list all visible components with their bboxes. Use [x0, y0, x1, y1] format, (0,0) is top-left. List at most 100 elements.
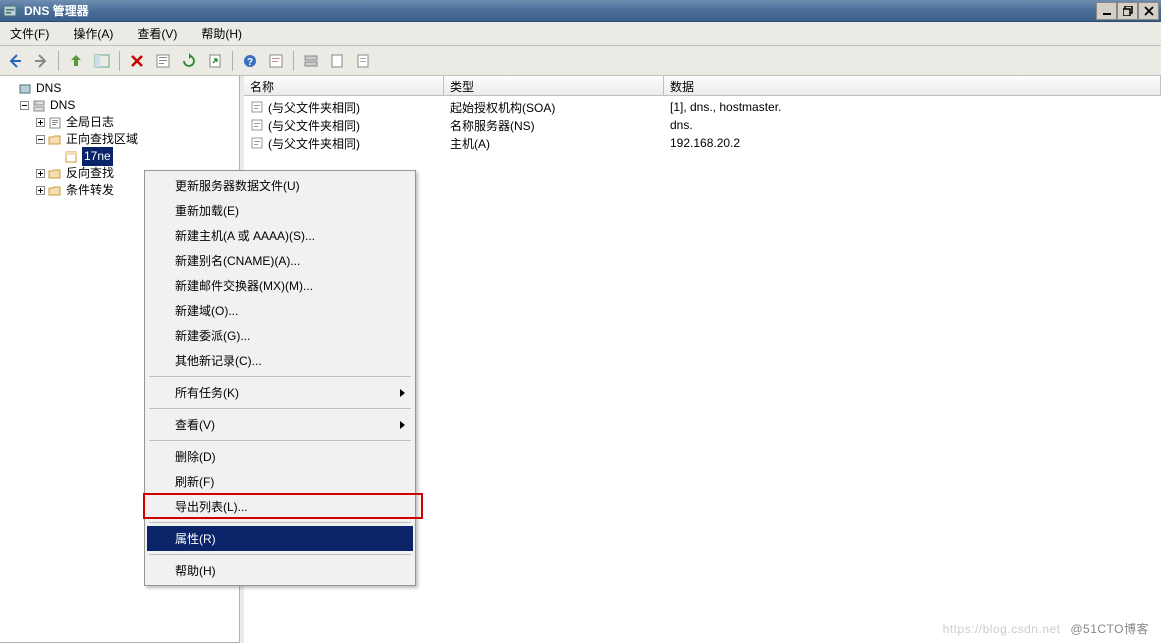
tree-label: 条件转发	[66, 182, 114, 199]
list-row[interactable]: (与父文件夹相同) 主机(A) 192.168.20.2	[244, 134, 1161, 152]
new-button[interactable]	[326, 50, 348, 72]
cm-other-new[interactable]: 其他新记录(C)...	[147, 348, 413, 373]
restore-button[interactable]	[1117, 2, 1138, 20]
blank-twist	[4, 83, 16, 95]
minus-icon[interactable]	[18, 100, 30, 112]
cm-delete[interactable]: 删除(D)	[147, 444, 413, 469]
folder-icon	[47, 166, 63, 182]
tree-label: DNS	[36, 80, 61, 97]
context-menu: 更新服务器数据文件(U) 重新加载(E) 新建主机(A 或 AAAA)(S)..…	[144, 170, 416, 586]
plus-icon[interactable]	[34, 185, 46, 197]
cell-type: 起始授权机构(SOA)	[450, 99, 555, 116]
server-button[interactable]	[300, 50, 322, 72]
cm-refresh[interactable]: 刷新(F)	[147, 469, 413, 494]
cm-view[interactable]: 查看(V)	[147, 412, 413, 437]
tree-server[interactable]: DNS	[4, 97, 239, 114]
svg-text:?: ?	[247, 57, 253, 68]
watermark-faint: https://blog.csdn.net	[943, 622, 1061, 636]
menu-file[interactable]: 文件(F)	[4, 23, 55, 44]
toolbar-sep	[119, 51, 120, 71]
cm-help[interactable]: 帮助(H)	[147, 558, 413, 583]
window-title: DNS 管理器	[24, 2, 89, 19]
delete-button[interactable]	[126, 50, 148, 72]
cm-separator	[149, 440, 411, 441]
cm-all-tasks[interactable]: 所有任务(K)	[147, 380, 413, 405]
list-header: 名称 类型 数据	[244, 76, 1161, 96]
chevron-right-icon	[400, 389, 405, 397]
record-button[interactable]	[352, 50, 374, 72]
up-button[interactable]	[65, 50, 87, 72]
minimize-button[interactable]	[1096, 2, 1117, 20]
record-icon	[250, 118, 264, 132]
back-button[interactable]	[4, 50, 26, 72]
toolbar-sep	[293, 51, 294, 71]
tree-root[interactable]: DNS	[4, 80, 239, 97]
list-row[interactable]: (与父文件夹相同) 名称服务器(NS) dns.	[244, 116, 1161, 134]
cm-separator	[149, 408, 411, 409]
toolbar-sep	[232, 51, 233, 71]
tree-fwd-zone[interactable]: 正向查找区域	[4, 131, 239, 148]
cm-separator	[149, 376, 411, 377]
cell-name: (与父文件夹相同)	[268, 117, 360, 134]
cell-name: (与父文件夹相同)	[268, 135, 360, 152]
cell-data: 192.168.20.2	[670, 136, 740, 150]
menu-help[interactable]: 帮助(H)	[195, 23, 248, 44]
tree-selected-zone[interactable]: 17ne	[4, 148, 239, 165]
cell-data: dns.	[670, 118, 693, 132]
record-icon	[250, 136, 264, 150]
cm-reload[interactable]: 重新加载(E)	[147, 198, 413, 223]
folder-icon	[47, 183, 63, 199]
show-hide-button[interactable]	[91, 50, 113, 72]
tree-label: 反向查找	[66, 165, 114, 182]
log-icon	[47, 115, 63, 131]
toolbar: ?	[0, 46, 1161, 76]
tree-global-log[interactable]: 全局日志	[4, 114, 239, 131]
forward-button[interactable]	[30, 50, 52, 72]
tree-label: 17ne	[82, 147, 113, 166]
folder-open-icon	[47, 132, 63, 148]
window-controls	[1096, 2, 1159, 20]
cm-view-label: 查看(V)	[175, 418, 215, 432]
cell-type: 名称服务器(NS)	[450, 117, 535, 134]
cm-separator	[149, 554, 411, 555]
cm-new-domain[interactable]: 新建域(O)...	[147, 298, 413, 323]
export-button[interactable]	[204, 50, 226, 72]
filter-button[interactable]	[265, 50, 287, 72]
col-data[interactable]: 数据	[664, 76, 1161, 95]
tree-label: 正向查找区域	[66, 131, 138, 148]
chevron-right-icon	[400, 421, 405, 429]
list-row[interactable]: (与父文件夹相同) 起始授权机构(SOA) [1], dns., hostmas…	[244, 98, 1161, 116]
cell-data: [1], dns., hostmaster.	[670, 100, 781, 114]
cm-new-host[interactable]: 新建主机(A 或 AAAA)(S)...	[147, 223, 413, 248]
cm-new-delegation[interactable]: 新建委派(G)...	[147, 323, 413, 348]
col-type[interactable]: 类型	[444, 76, 664, 95]
tree-label: DNS	[50, 97, 75, 114]
watermark-text: @51CTO博客	[1070, 622, 1149, 636]
dns-app-icon	[2, 3, 18, 19]
menu-action[interactable]: 操作(A)	[67, 23, 119, 44]
refresh-button[interactable]	[178, 50, 200, 72]
cm-all-tasks-label: 所有任务(K)	[175, 386, 239, 400]
blank-twist	[50, 151, 62, 163]
cm-export-list[interactable]: 导出列表(L)...	[147, 494, 413, 519]
record-icon	[250, 100, 264, 114]
tree-label: 全局日志	[66, 114, 114, 131]
col-name[interactable]: 名称	[244, 76, 444, 95]
title-bar: DNS 管理器	[0, 0, 1161, 22]
zone-icon	[63, 149, 79, 165]
close-button[interactable]	[1138, 2, 1159, 20]
cm-new-mx[interactable]: 新建邮件交换器(MX)(M)...	[147, 273, 413, 298]
cm-update-data[interactable]: 更新服务器数据文件(U)	[147, 173, 413, 198]
properties-button[interactable]	[152, 50, 174, 72]
minus-icon[interactable]	[34, 134, 46, 146]
cell-name: (与父文件夹相同)	[268, 99, 360, 116]
server-icon	[31, 98, 47, 114]
menu-bar: 文件(F) 操作(A) 查看(V) 帮助(H)	[0, 22, 1161, 46]
cm-new-cname[interactable]: 新建别名(CNAME)(A)...	[147, 248, 413, 273]
cell-type: 主机(A)	[450, 135, 490, 152]
cm-properties[interactable]: 属性(R)	[147, 526, 413, 551]
help-button[interactable]: ?	[239, 50, 261, 72]
plus-icon[interactable]	[34, 117, 46, 129]
menu-view[interactable]: 查看(V)	[131, 23, 183, 44]
plus-icon[interactable]	[34, 168, 46, 180]
